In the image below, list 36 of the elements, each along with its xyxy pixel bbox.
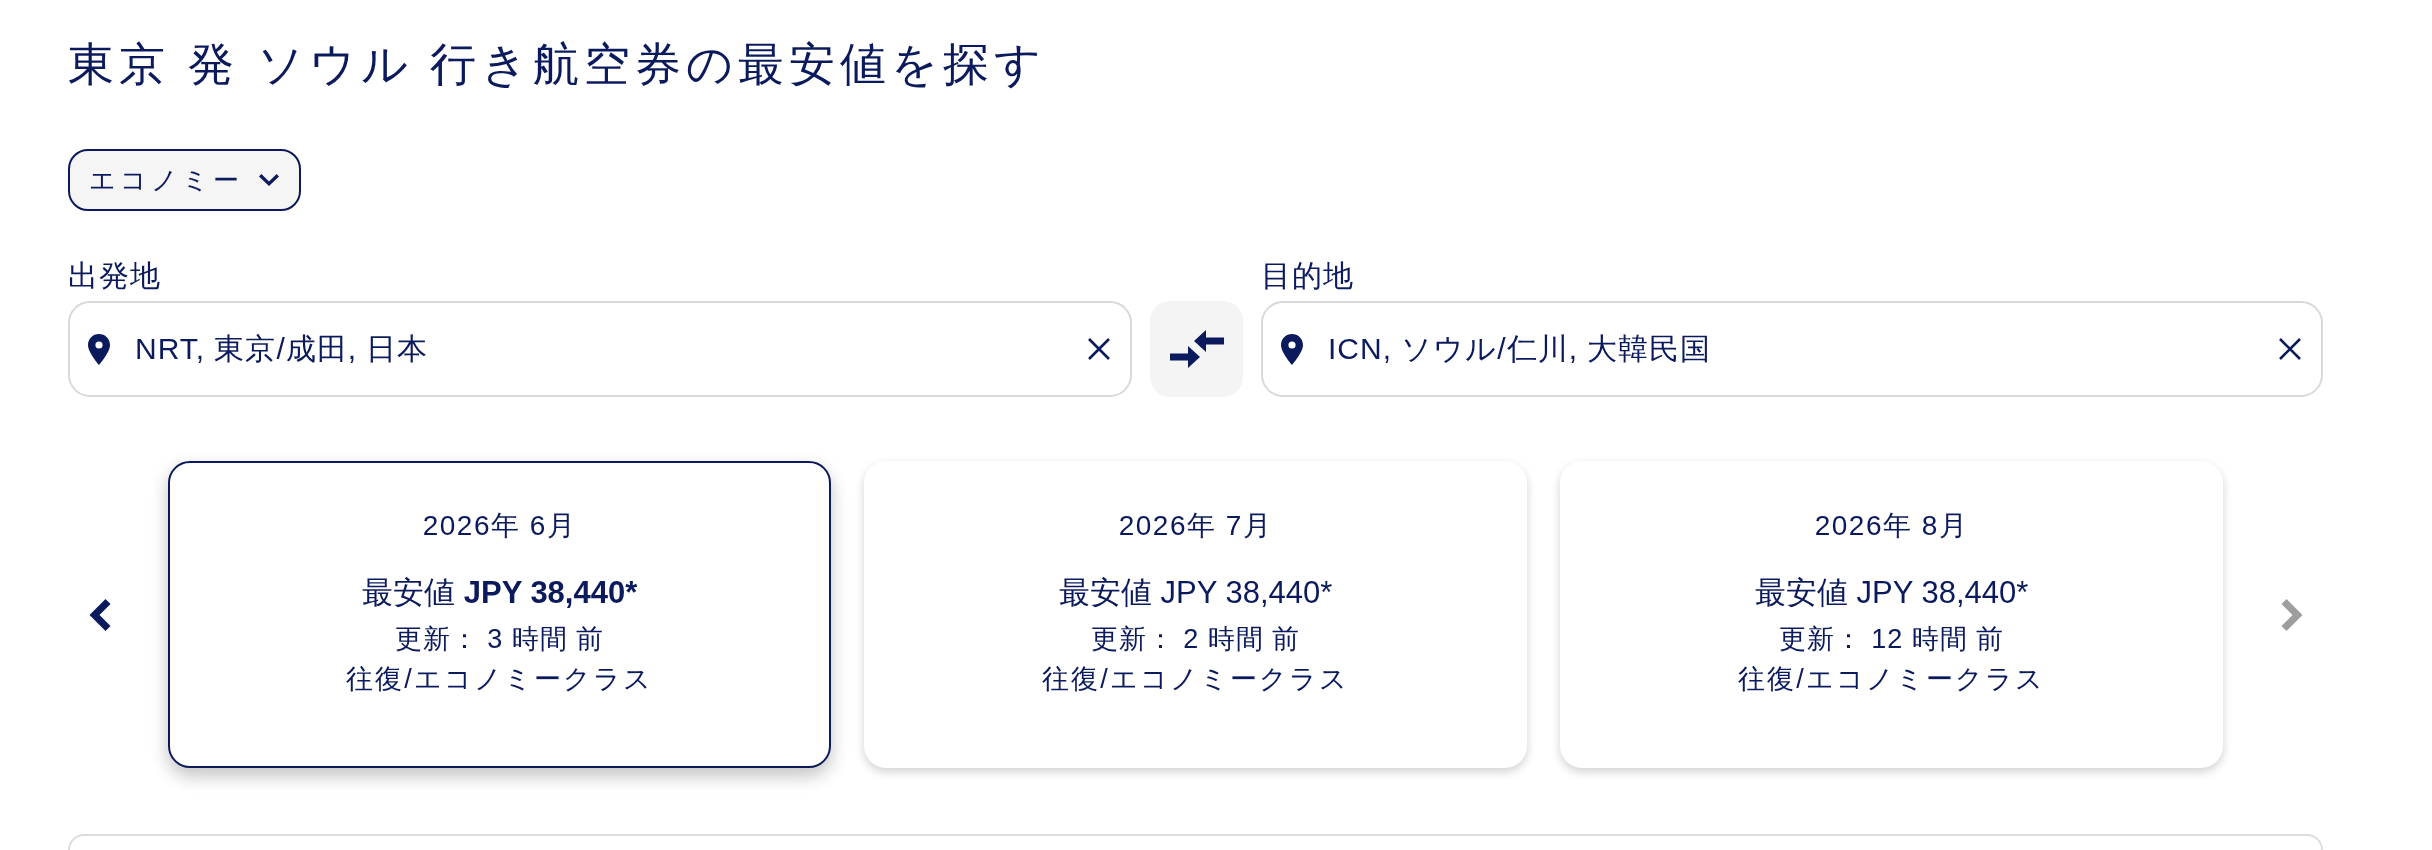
price-label: 最安値	[1754, 574, 1848, 612]
chevron-left-icon	[89, 598, 111, 631]
cabin-class-dropdown[interactable]: エコノミー	[68, 149, 301, 211]
close-icon	[1087, 337, 1111, 361]
destination-label: 目的地	[1261, 258, 1355, 294]
destination-field[interactable]: ICN, ソウル/仁川, 大韓民国	[1261, 301, 2323, 397]
price-value: JPY 38,440*	[463, 574, 638, 612]
trip-type: 往復/エコノミークラス	[1042, 663, 1349, 696]
clear-button[interactable]	[1087, 337, 1111, 361]
trip-type: 往復/エコノミークラス	[346, 663, 653, 696]
origin-label: 出発地	[68, 258, 162, 294]
price-value: JPY 38,440*	[1160, 574, 1333, 612]
price-label: 最安値	[1058, 574, 1152, 612]
month-card[interactable]: 2026年 7月 最安値 JPY 38,440* 更新： 2 時間 前 往復/エコノミークラス	[864, 461, 1527, 768]
chevron-down-icon	[259, 174, 279, 186]
chevron-right-icon	[2281, 598, 2303, 631]
close-icon	[2278, 337, 2302, 361]
swap-arrows-icon	[1169, 330, 1224, 368]
map-pin-icon	[1281, 333, 1303, 365]
page-title: 東京 発 ソウル 行き航空券の最安値を探す	[68, 37, 1047, 92]
price-label: 最安値	[361, 574, 455, 612]
swap-button[interactable]	[1150, 301, 1243, 397]
price-value: JPY 38,440*	[1856, 574, 2029, 612]
origin-field[interactable]: NRT, 東京/成田, 日本	[68, 301, 1132, 397]
clear-button[interactable]	[2278, 337, 2302, 361]
month-label: 2026年 6月	[422, 509, 577, 543]
month-label: 2026年 8月	[1814, 509, 1969, 543]
map-pin-icon	[88, 333, 110, 365]
previous-button[interactable]	[89, 598, 111, 631]
month-card[interactable]: 2026年 6月 最安値 JPY 38,440* 更新： 3 時間 前 往復/エコノミークラス	[168, 461, 831, 768]
update-time: 更新： 2 時間 前	[1090, 623, 1301, 656]
month-card[interactable]: 2026年 8月 最安値 JPY 38,440* 更新： 12 時間 前 往復/エコノミークラス	[1560, 461, 2223, 768]
update-time: 更新： 12 時間 前	[1778, 623, 2005, 656]
month-label: 2026年 7月	[1118, 509, 1273, 543]
update-time: 更新： 3 時間 前	[394, 623, 605, 656]
trip-type: 往復/エコノミークラス	[1738, 663, 2045, 696]
